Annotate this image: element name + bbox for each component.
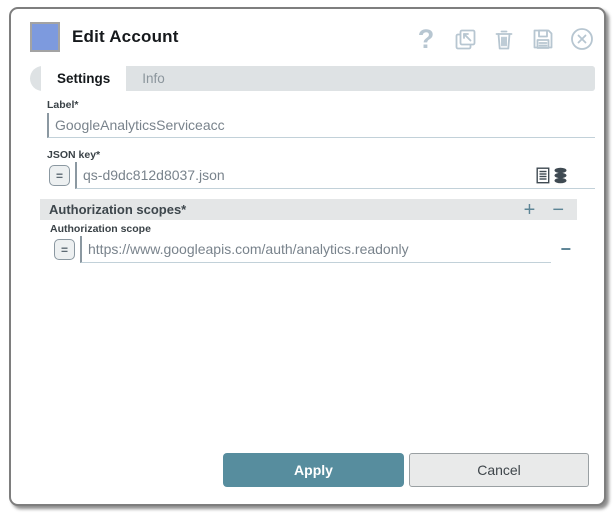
trash-icon[interactable]	[491, 26, 517, 52]
help-icon[interactable]: ?	[413, 26, 439, 52]
json-key-field-label: JSON key*	[47, 149, 100, 161]
authorization-scope-row: = −	[54, 236, 571, 263]
authorization-scopes-title: Authorization scopes*	[40, 202, 524, 217]
tab-bar: Settings Info	[30, 66, 595, 91]
tab-settings[interactable]: Settings	[41, 66, 126, 91]
database-icon[interactable]	[553, 167, 568, 184]
remove-scope-row-icon[interactable]: −	[560, 239, 571, 260]
json-key-row: =	[49, 162, 595, 189]
json-key-input[interactable]	[83, 167, 536, 183]
scope-input-wrap	[80, 236, 551, 263]
dialog-color-square	[30, 22, 60, 52]
edit-account-dialog: Edit Account ?	[9, 7, 606, 506]
cancel-button[interactable]: Cancel	[409, 453, 589, 487]
close-icon[interactable]	[569, 26, 595, 52]
scope-expression-button[interactable]: =	[54, 239, 75, 260]
header-toolbar: ?	[413, 26, 595, 52]
label-field-label: Label*	[47, 99, 79, 111]
apply-button[interactable]: Apply	[223, 453, 404, 487]
authorization-scopes-header: Authorization scopes* + −	[40, 199, 577, 220]
file-lines-icon[interactable]	[536, 167, 550, 184]
scope-input[interactable]	[88, 241, 551, 257]
json-key-trailing-icons	[536, 167, 568, 184]
label-input-wrap	[47, 113, 595, 138]
add-scope-icon[interactable]: +	[524, 200, 536, 220]
tab-info[interactable]: Info	[126, 66, 181, 91]
authorization-scope-label: Authorization scope	[50, 223, 151, 235]
footer-buttons: Apply Cancel	[223, 453, 589, 487]
json-key-input-wrap	[75, 162, 595, 189]
save-icon[interactable]	[530, 26, 556, 52]
export-image-icon[interactable]	[452, 26, 478, 52]
dialog-title: Edit Account	[72, 27, 179, 47]
label-input[interactable]	[55, 117, 595, 133]
json-key-expression-button[interactable]: =	[49, 165, 70, 186]
remove-scopes-icon[interactable]: −	[552, 200, 564, 220]
